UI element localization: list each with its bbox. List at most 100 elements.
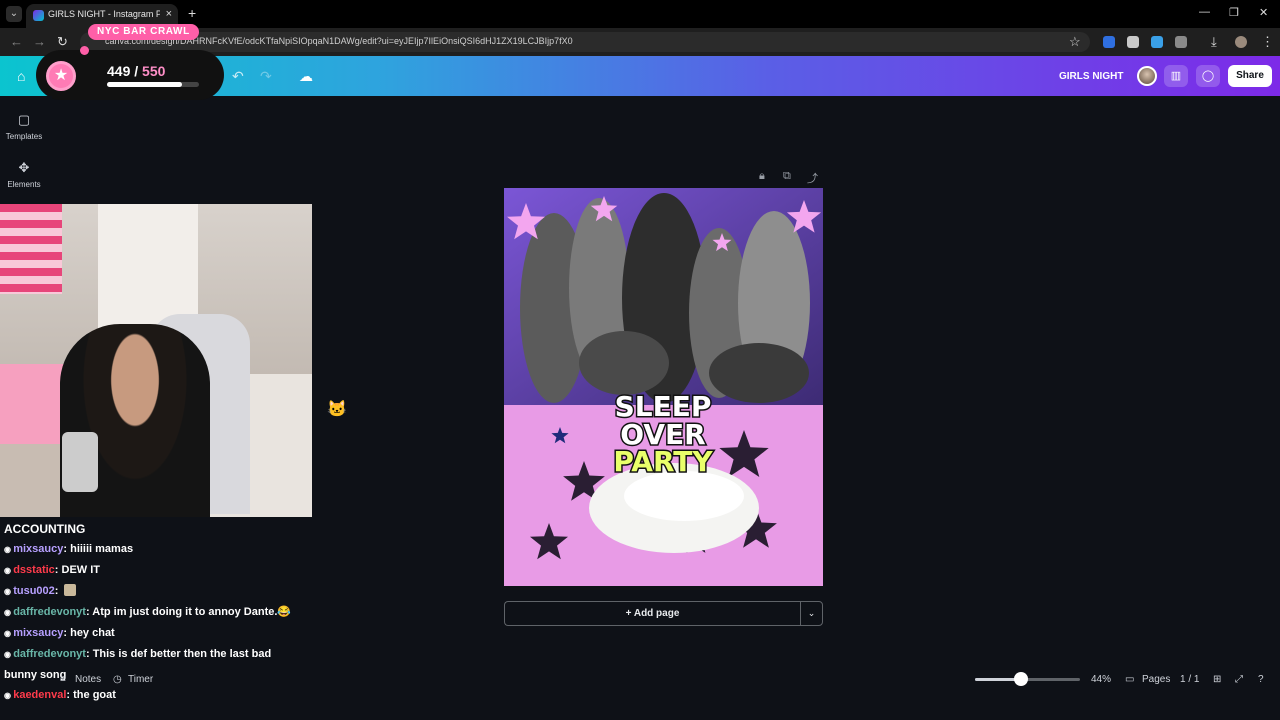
goal-current: 449 xyxy=(107,63,131,79)
chat-text: the goat xyxy=(73,689,116,701)
webcam-overlay xyxy=(0,204,312,517)
goal-label-dot xyxy=(80,46,89,55)
cloud-saved-icon[interactable]: ☁ xyxy=(299,68,313,85)
collage-person xyxy=(579,331,669,395)
new-tab-button[interactable]: + xyxy=(188,5,196,21)
back-icon[interactable]: ← xyxy=(10,34,23,49)
chat-badges-icon: ◉ xyxy=(4,629,14,638)
chat-text: DEW IT xyxy=(61,564,101,576)
tab-title: GIRLS NIGHT - Instagram Post xyxy=(48,9,160,19)
add-page-dropdown[interactable]: ⌄ xyxy=(800,601,823,626)
screen: ⌄ GIRLS NIGHT - Instagram Post × + — ❐ ✕… xyxy=(0,0,1280,720)
chat-emote-icon xyxy=(63,584,76,596)
hello-kitty-sticker: 🐱 xyxy=(327,401,347,418)
duplicate-page-icon[interactable]: ⧉ xyxy=(783,170,791,183)
goal-label: NYC BAR CRAWL xyxy=(88,24,199,40)
chat-username: tusu002 xyxy=(13,585,55,597)
chat-text: Atp im just doing it to annoy Dante.😂 xyxy=(92,606,292,618)
add-page-icon[interactable]: ⤴ xyxy=(807,170,818,186)
close-window-icon[interactable]: ✕ xyxy=(1259,6,1268,19)
design-canvas[interactable]: SLEEP OVER PARTY xyxy=(504,188,823,586)
minimize-window-icon[interactable]: — xyxy=(1199,6,1210,18)
elements-icon: ✥ xyxy=(18,160,30,175)
chat-message: ◉ tusu002: xyxy=(4,581,304,602)
extension-icon[interactable] xyxy=(1151,36,1163,48)
design-title-line3[interactable]: PARTY xyxy=(612,444,715,480)
goal-progress-bar xyxy=(107,82,199,87)
page-count: 1 / 1 xyxy=(1180,674,1200,685)
star-badge-icon: ★ xyxy=(46,61,76,91)
collage-person xyxy=(709,343,809,403)
chat-badges-icon: ◉ xyxy=(4,691,14,700)
chat-badges-icon: ◉ xyxy=(4,608,14,617)
download-icon[interactable]: ⤓ xyxy=(1211,34,1217,50)
help-icon[interactable]: ? xyxy=(1258,674,1264,685)
chat-separator: : xyxy=(54,585,62,597)
chat-separator: : xyxy=(85,648,93,660)
add-page-button[interactable]: + Add page xyxy=(504,601,800,626)
extension-icon[interactable] xyxy=(1127,36,1139,48)
lock-icon[interactable]: 🔒︎ xyxy=(759,170,765,183)
extension-icon[interactable] xyxy=(1103,36,1115,48)
pages-button[interactable]: Pages xyxy=(1142,674,1170,685)
undo-icon[interactable]: ↶ xyxy=(232,68,244,85)
comments-icon[interactable]: ◯ xyxy=(1196,65,1220,87)
zoom-slider-handle[interactable] xyxy=(1014,672,1029,686)
extensions-puzzle-icon[interactable] xyxy=(1175,36,1187,48)
chat-username: dsstatic xyxy=(13,564,55,576)
side-item-label: Templates xyxy=(5,132,43,141)
chat-title: ACCOUNTING xyxy=(4,522,86,536)
fullscreen-icon[interactable]: ⤢ xyxy=(1235,674,1243,685)
side-item-elements[interactable]: ✥ Elements xyxy=(0,160,48,189)
profile-avatar[interactable] xyxy=(1235,36,1247,48)
stream-goal-widget: ★ 449 / 550 xyxy=(36,50,224,100)
tab-list-button[interactable]: ⌄ xyxy=(6,6,22,22)
chat-username: daffredevonyt xyxy=(13,606,86,618)
timer-button[interactable]: Timer xyxy=(128,674,153,685)
chat-badges-icon: ◉ xyxy=(4,545,14,554)
templates-icon: ▢ xyxy=(17,112,31,127)
forward-icon[interactable]: → xyxy=(33,34,46,49)
chat-message: ◉ mixsaucy: hey chat xyxy=(4,623,304,644)
collaborator-avatar[interactable] xyxy=(1137,66,1157,86)
chat-separator: : xyxy=(54,564,62,576)
microphone xyxy=(62,432,98,492)
chat-username: daffredevonyt xyxy=(13,648,86,660)
side-item-templates[interactable]: ▢ Templates xyxy=(0,112,48,141)
goal-progress-fill xyxy=(107,82,183,87)
chat-message: ◉ mixsaucy: hiiiii mamas xyxy=(4,539,304,560)
chat-list: ◉ mixsaucy: hiiiii mamas ◉ dsstatic: DEW … xyxy=(4,539,304,706)
chat-message: ◉ daffredevonyt: This is def better then… xyxy=(4,644,304,685)
webcam-flag xyxy=(0,204,62,294)
zoom-level[interactable]: 44% xyxy=(1091,674,1111,685)
chat-text: hey chat xyxy=(70,627,115,639)
chat-text: hiiiii mamas xyxy=(70,543,134,555)
chat-username: mixsaucy xyxy=(13,627,64,639)
url-field[interactable]: canva.com/design/DAHRNFcKVfE/odcKTfaNpiS… xyxy=(80,32,1090,52)
stream-chat: ACCOUNTING ◉ mixsaucy: hiiiii mamas ◉ dss… xyxy=(4,522,304,706)
home-icon[interactable]: ⌂ xyxy=(17,68,25,84)
browser-menu-icon[interactable]: ⋮ xyxy=(1261,34,1274,50)
grid-view-icon[interactable]: ⊞ xyxy=(1213,674,1221,685)
chat-badges-icon: ◉ xyxy=(4,650,14,659)
goal-count: 449 / 550 xyxy=(107,63,165,79)
notes-icon: ≡ xyxy=(60,674,66,685)
pages-icon: ▭ xyxy=(1125,674,1135,685)
pillow-highlight xyxy=(624,471,744,521)
reload-icon[interactable]: ↻ xyxy=(57,34,68,50)
restore-window-icon[interactable]: ❐ xyxy=(1229,6,1239,19)
chat-message: ◉ kaedenval: the goat xyxy=(4,685,304,706)
close-tab-icon[interactable]: × xyxy=(166,8,172,20)
redo-icon[interactable]: ↷ xyxy=(260,68,272,85)
insights-chart-icon[interactable]: ▥ xyxy=(1164,65,1188,87)
chat-badges-icon: ◉ xyxy=(4,566,14,575)
canva-favicon-icon xyxy=(33,10,44,21)
side-item-label: Elements xyxy=(7,180,41,189)
notes-button[interactable]: Notes xyxy=(75,674,101,685)
share-button[interactable]: Share xyxy=(1228,65,1272,87)
goal-target: 550 xyxy=(142,63,166,79)
bookmark-star-icon[interactable]: ☆ xyxy=(1069,34,1081,50)
chat-message: ◉ dsstatic: DEW IT xyxy=(4,560,304,581)
chat-username: kaedenval xyxy=(13,689,67,701)
document-title[interactable]: GIRLS NIGHT xyxy=(1059,71,1123,82)
